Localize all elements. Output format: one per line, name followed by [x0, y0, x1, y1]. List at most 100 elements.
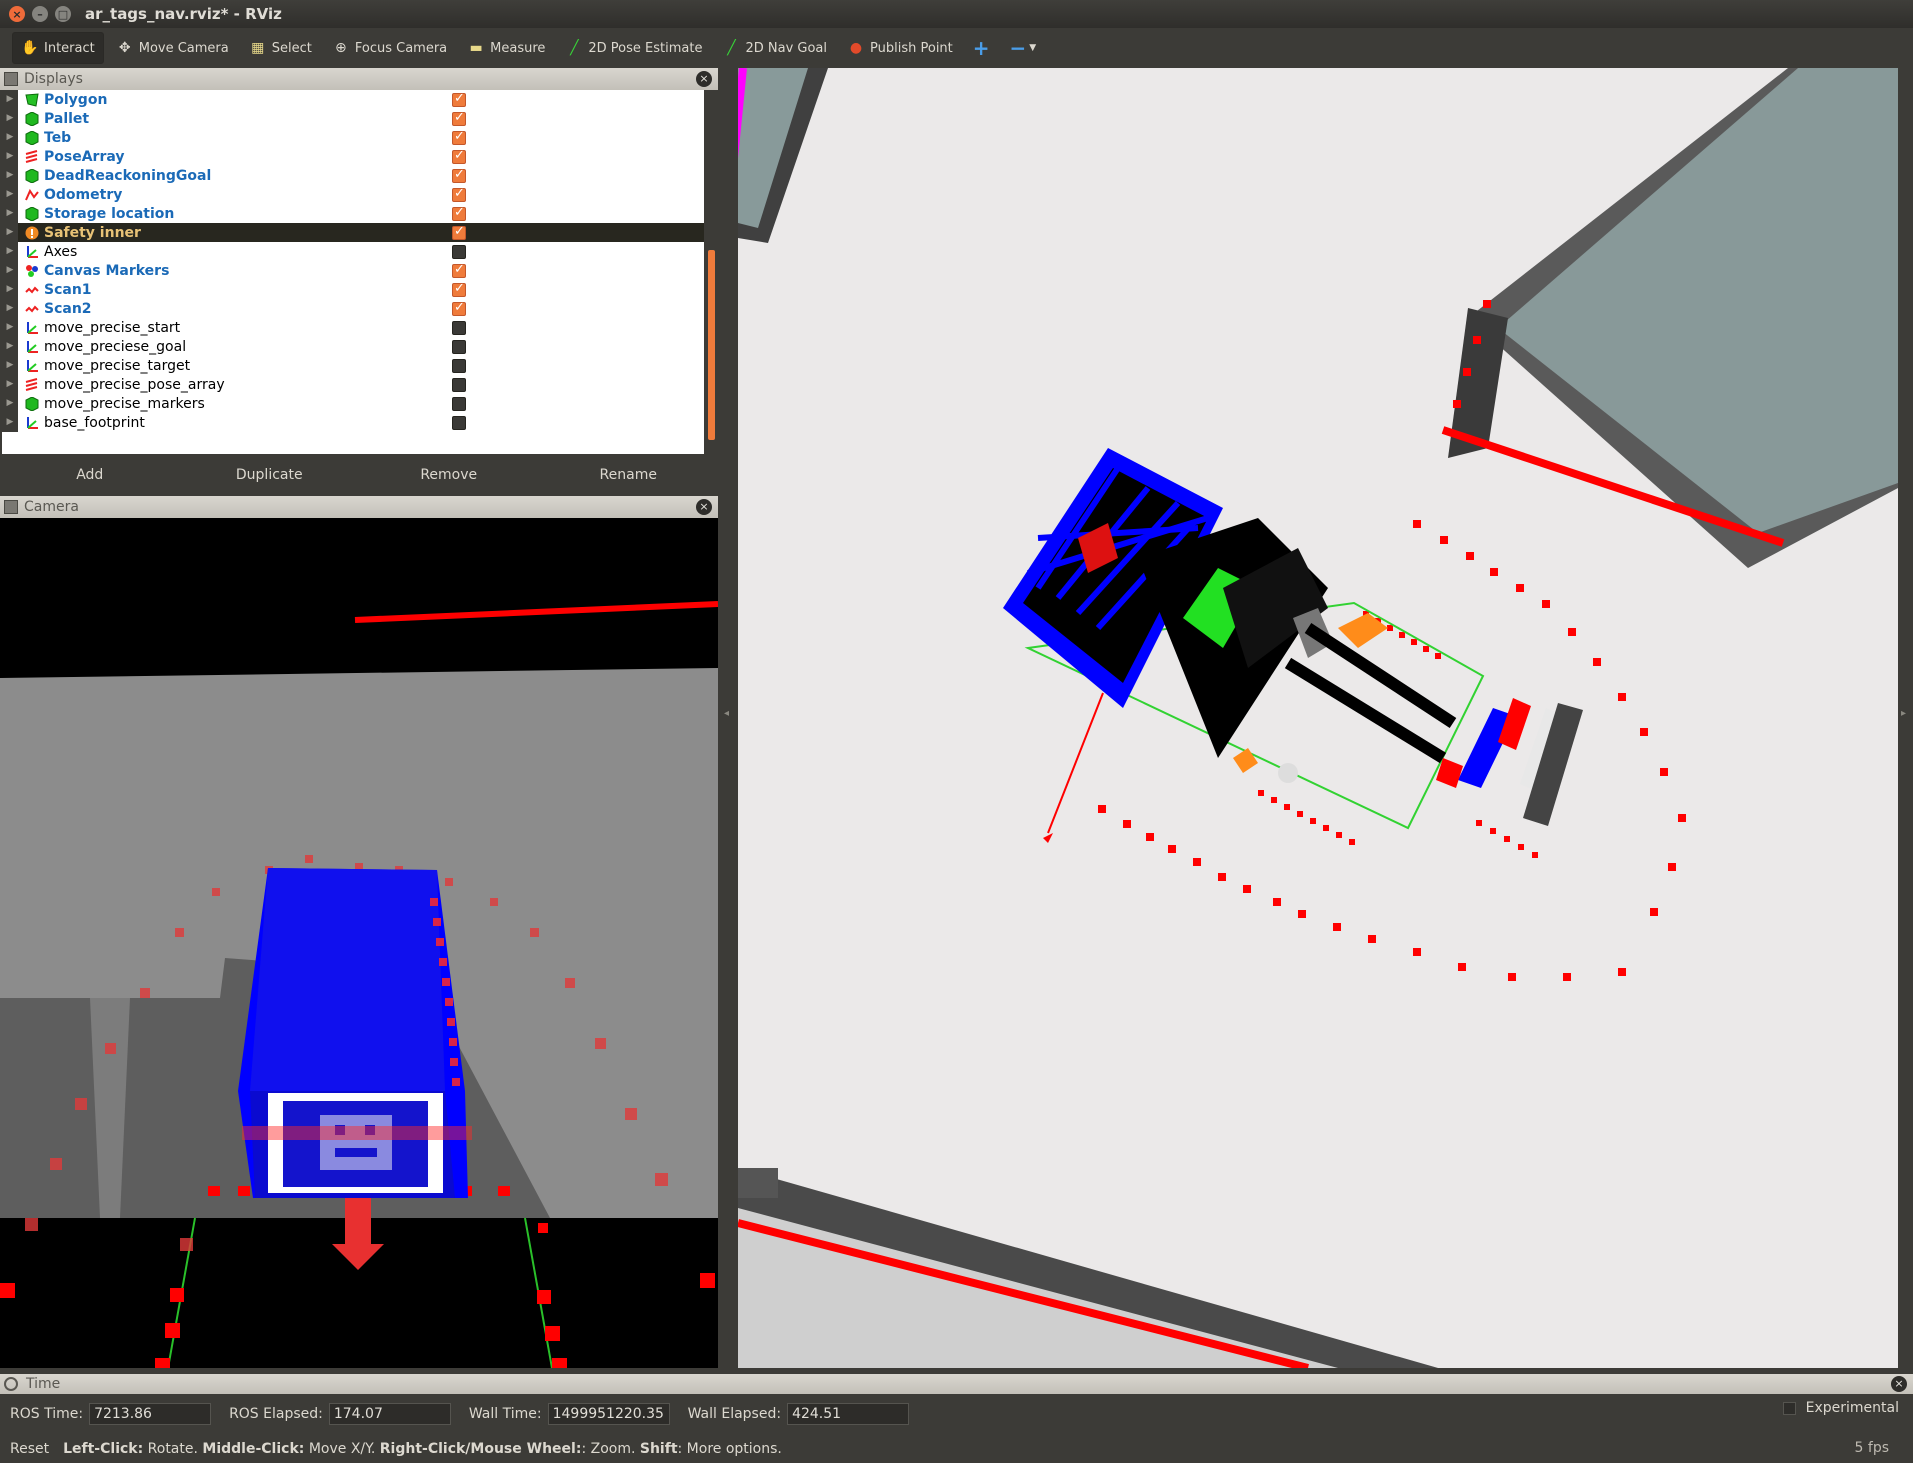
- publish-point-tool[interactable]: ● Publish Point: [839, 32, 961, 64]
- expand-arrow-icon[interactable]: ▶: [2, 337, 18, 356]
- chevron-down-icon: ▼: [1029, 43, 1037, 53]
- close-icon[interactable]: ×: [696, 71, 712, 87]
- panel-title: Displays: [24, 71, 83, 87]
- display-item[interactable]: ▶ PoseArray: [2, 147, 704, 166]
- display-item[interactable]: ▶ Polygon: [2, 90, 704, 109]
- display-item[interactable]: ▶ move_preciese_goal: [2, 337, 704, 356]
- pose-estimate-tool[interactable]: ╱ 2D Pose Estimate: [557, 32, 710, 64]
- display-enabled-checkbox[interactable]: [452, 397, 466, 411]
- display-enabled-checkbox[interactable]: [452, 300, 466, 316]
- camera-panel-header: Camera ×: [0, 496, 718, 518]
- expand-arrow-icon[interactable]: ▶: [2, 394, 18, 413]
- close-icon[interactable]: ×: [696, 499, 712, 515]
- wall-time-field[interactable]: 1499951220.35: [547, 1403, 670, 1425]
- displays-scrollbar[interactable]: [706, 90, 716, 454]
- scrollbar-thumb[interactable]: [708, 250, 715, 440]
- duplicate-button[interactable]: Duplicate: [180, 458, 360, 492]
- expand-arrow-icon[interactable]: ▶: [2, 413, 18, 432]
- display-item[interactable]: ▶ move_precise_markers: [2, 394, 704, 413]
- marker-icon: [24, 206, 40, 222]
- experimental-toggle[interactable]: Experimental: [1782, 1400, 1899, 1416]
- display-enabled-checkbox[interactable]: [452, 91, 466, 107]
- rename-button[interactable]: Rename: [539, 458, 719, 492]
- display-enabled-checkbox[interactable]: [452, 110, 466, 126]
- move-camera-tool[interactable]: ✥ Move Camera: [108, 32, 237, 64]
- expand-arrow-icon[interactable]: ▶: [2, 128, 18, 147]
- tool-label: Focus Camera: [354, 40, 448, 56]
- select-tool[interactable]: ▦ Select: [241, 32, 320, 64]
- display-enabled-checkbox[interactable]: [452, 167, 466, 183]
- maximize-window-button[interactable]: □: [55, 6, 71, 22]
- add-tool-button[interactable]: +: [965, 32, 998, 64]
- display-enabled-checkbox[interactable]: [452, 205, 466, 221]
- close-window-button[interactable]: ×: [9, 6, 25, 22]
- camera-image-view[interactable]: [0, 518, 718, 1368]
- add-button[interactable]: Add: [0, 458, 180, 492]
- display-item[interactable]: ▶ DeadReackoningGoal: [2, 166, 704, 185]
- expand-arrow-icon[interactable]: ▶: [2, 109, 18, 128]
- right-dock-edge: ▸: [1898, 68, 1913, 1368]
- display-enabled-checkbox[interactable]: [452, 245, 466, 259]
- expand-arrow-icon[interactable]: ▶: [2, 261, 18, 280]
- expand-arrow-icon[interactable]: ▶: [2, 356, 18, 375]
- display-item[interactable]: ▶ move_precise_start: [2, 318, 704, 337]
- interact-tool[interactable]: ✋ Interact: [12, 32, 104, 64]
- display-item[interactable]: ▶ move_precise_target: [2, 356, 704, 375]
- axes-icon: [24, 339, 40, 355]
- nav-goal-tool[interactable]: ╱ 2D Nav Goal: [714, 32, 835, 64]
- expand-arrow-icon[interactable]: ▶: [2, 242, 18, 261]
- display-item[interactable]: ▶ Scan2: [2, 299, 704, 318]
- display-enabled-checkbox[interactable]: [452, 378, 466, 392]
- display-enabled-checkbox[interactable]: [452, 262, 466, 278]
- display-item[interactable]: ▶ move_precise_pose_array: [2, 375, 704, 394]
- expand-arrow-icon[interactable]: ▶: [2, 185, 18, 204]
- display-item[interactable]: ▶ Odometry: [2, 185, 704, 204]
- display-enabled-checkbox[interactable]: [452, 186, 466, 202]
- laserscan-icon: [24, 301, 40, 317]
- display-item[interactable]: ▶ Safety inner: [2, 223, 704, 242]
- warning-icon: [24, 225, 40, 241]
- expand-arrow-icon[interactable]: ▶: [2, 299, 18, 318]
- minimize-window-button[interactable]: –: [32, 6, 48, 22]
- display-enabled-checkbox[interactable]: [452, 340, 466, 354]
- wall-elapsed-field[interactable]: 424.51: [787, 1403, 910, 1425]
- laserscan-icon: [24, 282, 40, 298]
- remove-tool-button[interactable]: − ▼: [1002, 32, 1045, 64]
- display-enabled-checkbox[interactable]: [452, 129, 466, 145]
- expand-arrow-icon[interactable]: ▶: [2, 166, 18, 185]
- tool-label: 2D Nav Goal: [745, 40, 828, 56]
- display-item-label: Polygon: [44, 91, 108, 108]
- display-item[interactable]: ▶ Pallet: [2, 109, 704, 128]
- expand-arrow-icon[interactable]: ▶: [2, 375, 18, 394]
- status-shift-desc: : More options.: [677, 1440, 782, 1457]
- expand-arrow-icon[interactable]: ▶: [2, 318, 18, 337]
- expand-arrow-icon[interactable]: ▶: [2, 90, 18, 109]
- expand-arrow-icon[interactable]: ▶: [2, 223, 18, 242]
- display-item[interactable]: ▶ Canvas Markers: [2, 261, 704, 280]
- display-enabled-checkbox[interactable]: [452, 281, 466, 297]
- focus-camera-tool[interactable]: ⊕ Focus Camera: [324, 32, 455, 64]
- display-enabled-checkbox[interactable]: [452, 359, 466, 373]
- display-item[interactable]: ▶ base_footprint: [2, 413, 704, 432]
- marker-icon: [24, 396, 40, 412]
- display-item[interactable]: ▶ Teb: [2, 128, 704, 147]
- expand-arrow-icon[interactable]: ▶: [2, 280, 18, 299]
- measure-tool[interactable]: ▬ Measure: [459, 32, 553, 64]
- display-enabled-checkbox[interactable]: [452, 148, 466, 164]
- display-item[interactable]: ▶ Axes: [2, 242, 704, 261]
- display-item[interactable]: ▶ Scan1: [2, 280, 704, 299]
- expand-arrow-icon[interactable]: ▶: [2, 147, 18, 166]
- display-enabled-checkbox[interactable]: [452, 224, 466, 240]
- view-splitter[interactable]: ◂: [718, 68, 738, 1368]
- display-enabled-checkbox[interactable]: [452, 416, 466, 430]
- display-enabled-checkbox[interactable]: [452, 321, 466, 335]
- reset-button[interactable]: Reset: [10, 1441, 49, 1457]
- close-icon[interactable]: ×: [1891, 1376, 1907, 1392]
- ros-time-field[interactable]: 7213.86: [89, 1403, 212, 1425]
- expand-arrow-icon[interactable]: ▶: [2, 204, 18, 223]
- remove-button[interactable]: Remove: [359, 458, 539, 492]
- experimental-checkbox[interactable]: [1782, 1401, 1796, 1415]
- 3d-render-view[interactable]: [738, 68, 1898, 1368]
- ros-elapsed-field[interactable]: 174.07: [328, 1403, 451, 1425]
- display-item[interactable]: ▶ Storage location: [2, 204, 704, 223]
